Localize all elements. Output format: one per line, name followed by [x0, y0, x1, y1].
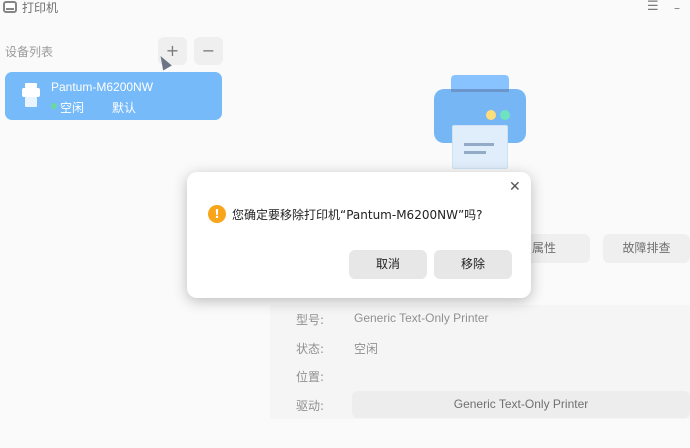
warning-icon: ! [208, 205, 226, 223]
close-icon[interactable]: ✕ [509, 179, 521, 195]
cancel-button[interactable]: 取消 [349, 250, 427, 279]
remove-button[interactable]: 移除 [434, 250, 512, 279]
dialog-message: 您确定要移除打印机“Pantum-M6200NW”吗? [232, 208, 483, 222]
remove-printer-dialog: ✕ ! 您确定要移除打印机“Pantum-M6200NW”吗? 取消 移除 [187, 172, 531, 298]
